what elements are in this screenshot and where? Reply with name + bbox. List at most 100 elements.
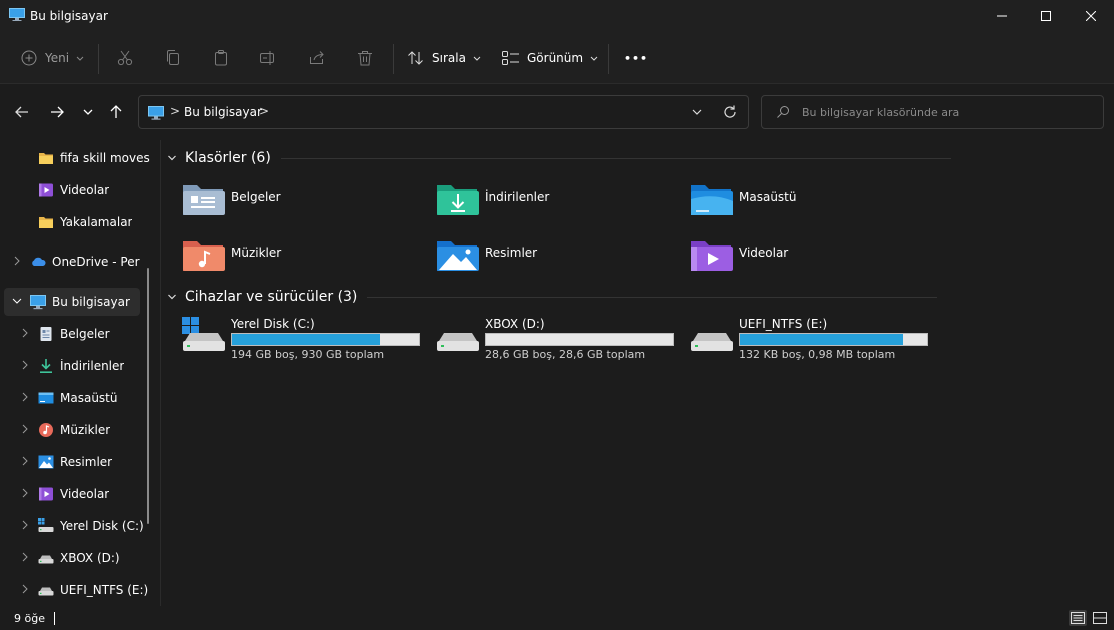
drive-space-info: 28,6 GB boş, 28,6 GB toplam [485,348,646,361]
trash-icon [358,51,372,66]
chevron-down-icon[interactable] [11,295,23,307]
breadcrumb-this-pc[interactable]: Bu bilgisayar [184,105,262,119]
sidebar-item-desktop[interactable]: Masaüstü [4,384,140,412]
chevron-down-icon[interactable] [167,153,177,163]
back-button[interactable] [10,100,34,124]
sidebar-item-xbox-d[interactable]: XBOX (D:) [4,544,140,572]
sidebar-item-this-pc[interactable]: Bu bilgisayar [4,288,140,316]
group-title: Klasörler (6) [185,150,271,166]
search-placeholder: Bu bilgisayar klasöründe ara [802,106,960,119]
breadcrumb-separator[interactable]: > [259,104,269,118]
drive-tile-c[interactable]: Yerel Disk (C:) 194 GB boş, 930 GB topla… [181,317,435,367]
sidebar-item-local-disk-c[interactable]: Yerel Disk (C:) [4,512,144,540]
new-button[interactable]: Yeni [21,45,85,71]
chevron-down-icon [590,56,598,61]
toolbar-divider [608,44,609,74]
folder-name: İndirilenler [485,190,550,204]
chevron-right-icon[interactable] [19,583,31,595]
desktop-folder-icon [691,185,733,215]
refresh-icon[interactable] [722,104,738,120]
search-box[interactable]: Bu bilgisayar klasöründe ara [761,95,1104,129]
folder-tile-music[interactable]: Müzikler [181,235,421,283]
folder-tile-downloads[interactable]: İndirilenler [435,179,675,227]
sort-button[interactable]: Sırala [407,45,482,71]
sidebar-item-label: Videolar [60,183,110,197]
system-drive-icon [182,317,225,351]
sidebar-item-videos-pinned[interactable]: Videolar [4,176,140,204]
close-icon [1086,11,1096,21]
group-title: Cihazlar ve sürücüler (3) [185,289,358,305]
group-divider [280,157,951,159]
details-view-icon [1071,612,1085,624]
chevron-right-icon[interactable] [19,423,31,435]
address-history-chevron-icon[interactable] [689,104,705,120]
sidebar-item-downloads[interactable]: İndirilenler [4,352,140,380]
drive-space-info: 132 KB boş, 0,98 MB toplam [739,348,896,361]
copy-button[interactable] [164,45,182,71]
sidebar-item-pictures[interactable]: Resimler [4,448,140,476]
onedrive-icon [32,257,46,266]
videos-folder-icon [691,241,733,271]
folder-tile-documents[interactable]: Belgeler [181,179,421,227]
paste-button[interactable] [212,45,230,71]
chevron-right-icon[interactable] [19,551,31,563]
file-view: Klasörler (6) Belgeler İndirilenler Masa… [160,140,1114,606]
drive-icon [38,555,54,564]
sidebar-item-label: XBOX (D:) [60,551,120,565]
more-options-button[interactable]: ••• [624,45,648,71]
sidebar-item-music[interactable]: Müzikler [4,416,140,444]
maximize-button[interactable] [1023,0,1069,32]
arrow-left-icon [15,106,28,118]
rename-icon [260,51,274,65]
minimize-icon [997,15,1007,17]
address-bar[interactable]: > Bu bilgisayar > [138,95,749,129]
folder-tile-pictures[interactable]: Resimler [435,235,675,283]
cut-button[interactable] [116,45,134,71]
chevron-right-icon[interactable] [19,519,31,531]
minimize-button[interactable] [979,0,1025,32]
rename-button[interactable] [259,45,277,71]
folder-tile-desktop[interactable]: Masaüstü [689,179,929,227]
folders-group-header[interactable]: Klasörler (6) [161,150,951,166]
chevron-right-icon[interactable] [19,359,31,371]
sidebar-item-fifa-skill-moves[interactable]: fifa skill moves [4,144,150,172]
chevron-right-icon[interactable] [19,455,31,467]
sidebar-item-captures[interactable]: Yakalamalar [4,208,140,236]
drive-usage-bar [485,333,674,346]
videos-icon [39,183,53,197]
share-button[interactable] [308,45,326,71]
drives-group-header[interactable]: Cihazlar ve sürücüler (3) [161,289,938,305]
sidebar-item-onedrive[interactable]: OneDrive - Perso [4,248,140,276]
drive-tile-e[interactable]: UEFI_NTFS (E:) 132 KB boş, 0,98 MB topla… [689,317,943,367]
sidebar-item-uefi-ntfs-e[interactable]: UEFI_NTFS (E:) [4,576,148,604]
status-divider [54,612,55,625]
chevron-right-icon[interactable] [19,487,31,499]
downloads-folder-icon [437,185,479,215]
arrow-up-icon [110,105,122,118]
close-button[interactable] [1068,0,1114,32]
folder-tile-videos[interactable]: Videolar [689,235,929,283]
sidebar-item-documents[interactable]: Belgeler [4,320,140,348]
drive-name: XBOX (D:) [485,317,545,331]
chevron-right-icon[interactable] [11,255,23,267]
drive-tile-d[interactable]: XBOX (D:) 28,6 GB boş, 28,6 GB toplam [435,317,689,367]
breadcrumb-separator[interactable]: > [170,104,180,118]
large-icons-view-button[interactable] [1091,610,1109,626]
view-button[interactable]: Görünüm [502,45,599,71]
title-bar: Bu bilgisayar [0,0,1114,32]
window-title: Bu bilgisayar [30,9,108,23]
downloads-icon [40,359,52,373]
desktop-icon [38,392,54,404]
details-view-button[interactable] [1069,610,1087,626]
sidebar-scrollbar[interactable] [147,268,149,524]
sidebar-item-videos[interactable]: Videolar [4,480,140,508]
up-button[interactable] [104,100,128,124]
sidebar-item-label: Belgeler [60,327,110,341]
delete-button[interactable] [356,45,374,71]
forward-button[interactable] [45,100,69,124]
drive-icon [691,333,733,351]
recent-locations-button[interactable] [76,100,100,124]
chevron-right-icon[interactable] [19,391,31,403]
chevron-down-icon[interactable] [167,292,177,302]
chevron-right-icon[interactable] [19,327,31,339]
